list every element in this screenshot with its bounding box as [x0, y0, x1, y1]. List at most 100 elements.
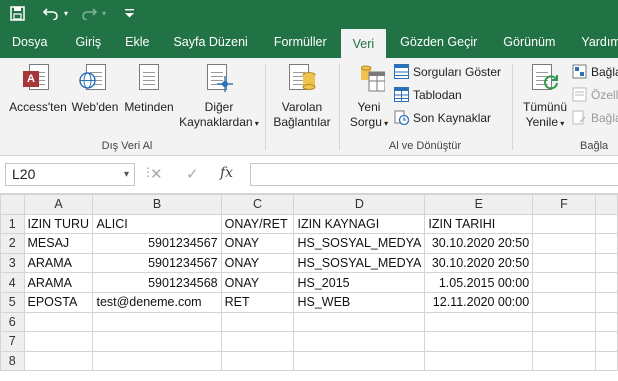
- cell-d5[interactable]: HS_WEB: [293, 291, 426, 313]
- tab-formulas[interactable]: Formüller: [264, 26, 341, 58]
- from-other-sources-button[interactable]: Diğer Kaynaklardan ▾: [176, 62, 262, 131]
- cell-c7[interactable]: [220, 331, 295, 352]
- cell-g3[interactable]: [594, 252, 618, 274]
- edit-links-button[interactable]: Bağla: [572, 110, 618, 125]
- cell-g2[interactable]: [594, 233, 618, 254]
- redo-icon[interactable]: [78, 2, 100, 24]
- column-header-e[interactable]: E: [424, 194, 534, 215]
- cell-g4[interactable]: [594, 272, 618, 293]
- column-header-b[interactable]: B: [92, 194, 222, 215]
- undo-dropdown-icon[interactable]: ▾: [62, 2, 70, 24]
- tab-home[interactable]: Giriş: [65, 26, 115, 58]
- cell-e4[interactable]: 1.05.2015 00:00: [424, 272, 534, 293]
- cell-a2[interactable]: MESAJ: [23, 233, 94, 254]
- cell-a8[interactable]: [23, 350, 94, 372]
- cell-g5[interactable]: [594, 291, 618, 313]
- column-header-d[interactable]: D: [293, 194, 426, 215]
- cancel-icon[interactable]: ✕: [150, 165, 163, 183]
- cell-f4[interactable]: [532, 272, 596, 293]
- cell-c3[interactable]: ONAY: [220, 252, 295, 274]
- cell-g8[interactable]: [594, 350, 618, 372]
- row-header[interactable]: 5: [0, 291, 25, 313]
- redo-dropdown-icon[interactable]: ▾: [100, 2, 108, 24]
- cell-b2[interactable]: 5901234567: [92, 233, 222, 254]
- cell-f2[interactable]: [532, 233, 596, 254]
- cell-a5[interactable]: EPOSTA: [23, 291, 94, 313]
- column-header-g[interactable]: [594, 194, 618, 215]
- tab-help[interactable]: Yardım: [571, 26, 618, 58]
- from-web-button[interactable]: Web'den: [68, 62, 122, 115]
- row-header[interactable]: 8: [0, 350, 25, 372]
- row-header[interactable]: 2: [0, 233, 25, 254]
- row-header[interactable]: 7: [0, 331, 25, 352]
- new-query-button[interactable]: Yeni Sorgu ▾: [344, 62, 394, 131]
- name-box[interactable]: L20 ▾: [5, 163, 135, 186]
- cell-b8[interactable]: [92, 350, 222, 372]
- cell-d3[interactable]: HS_SOSYAL_MEDYA: [293, 252, 426, 274]
- tab-data[interactable]: Veri: [340, 29, 387, 58]
- enter-icon[interactable]: ✓: [186, 165, 199, 183]
- cell-b3[interactable]: 5901234567: [92, 252, 222, 274]
- tab-review[interactable]: Gözden Geçir: [386, 26, 493, 58]
- chevron-down-icon[interactable]: ▾: [124, 164, 129, 185]
- undo-icon[interactable]: [40, 2, 62, 24]
- from-access-button[interactable]: A Access'ten: [8, 62, 68, 115]
- cell-c4[interactable]: ONAY: [220, 272, 295, 293]
- cell-d8[interactable]: [293, 350, 426, 372]
- cell-f6[interactable]: [532, 311, 596, 333]
- from-text-button[interactable]: Metinden: [122, 62, 176, 115]
- save-icon[interactable]: [6, 2, 28, 24]
- cell-a4[interactable]: ARAMA: [23, 272, 94, 293]
- cell-d6[interactable]: [293, 311, 426, 333]
- cell-a6[interactable]: [23, 311, 94, 333]
- cell-g6[interactable]: [594, 311, 618, 333]
- cell-c8[interactable]: [220, 350, 295, 372]
- cell-e6[interactable]: [424, 311, 534, 333]
- tab-view[interactable]: Görünüm: [493, 26, 571, 58]
- show-queries-button[interactable]: Sorguları Göster: [394, 64, 501, 79]
- cell-e7[interactable]: [424, 331, 534, 352]
- tab-file[interactable]: Dosya: [0, 26, 65, 58]
- row-header[interactable]: 4: [0, 272, 25, 293]
- cell-f3[interactable]: [532, 252, 596, 274]
- cell-c2[interactable]: ONAY: [220, 233, 295, 254]
- cell-a3[interactable]: ARAMA: [23, 252, 94, 274]
- tab-page-layout[interactable]: Sayfa Düzeni: [163, 26, 263, 58]
- cell-c5[interactable]: RET: [220, 291, 295, 313]
- cell-g1[interactable]: [594, 213, 618, 235]
- cell-d4[interactable]: HS_2015: [293, 272, 426, 293]
- cell-f5[interactable]: [532, 291, 596, 313]
- cell-e8[interactable]: [424, 350, 534, 372]
- cell-d2[interactable]: HS_SOSYAL_MEDYA: [293, 233, 426, 254]
- cell-g7[interactable]: [594, 331, 618, 352]
- cell-b1[interactable]: ALICI: [92, 213, 222, 235]
- cell-b6[interactable]: [92, 311, 222, 333]
- connections-button[interactable]: Bağla: [572, 64, 618, 79]
- properties-button[interactable]: Özell: [572, 87, 618, 102]
- cell-f7[interactable]: [532, 331, 596, 352]
- cell-e5[interactable]: 12.11.2020 00:00: [424, 291, 534, 313]
- cell-a7[interactable]: [23, 331, 94, 352]
- column-header-a[interactable]: A: [23, 194, 94, 215]
- cell-e3[interactable]: 30.10.2020 20:50: [424, 252, 534, 274]
- customize-qat-icon[interactable]: [118, 2, 140, 24]
- cell-b4[interactable]: 5901234568: [92, 272, 222, 293]
- cell-a1[interactable]: IZIN TURU: [23, 213, 94, 235]
- cell-f8[interactable]: [532, 350, 596, 372]
- cell-e2[interactable]: 30.10.2020 20:50: [424, 233, 534, 254]
- cell-d1[interactable]: IZIN KAYNAGI: [293, 213, 426, 235]
- select-all-corner[interactable]: [0, 194, 25, 215]
- column-header-f[interactable]: F: [532, 194, 596, 215]
- cell-f1[interactable]: [532, 213, 596, 235]
- recent-sources-button[interactable]: Son Kaynaklar: [394, 110, 491, 126]
- row-header[interactable]: 6: [0, 311, 25, 333]
- from-table-button[interactable]: Tablodan: [394, 87, 462, 102]
- formula-input[interactable]: [250, 163, 618, 186]
- cell-b7[interactable]: [92, 331, 222, 352]
- cell-c1[interactable]: ONAY/RET: [220, 213, 295, 235]
- cell-d7[interactable]: [293, 331, 426, 352]
- cell-b5[interactable]: test@deneme.com: [92, 291, 222, 313]
- cell-c6[interactable]: [220, 311, 295, 333]
- refresh-all-button[interactable]: Tümünü Yenile ▾: [518, 62, 572, 131]
- row-header[interactable]: 1: [0, 213, 25, 235]
